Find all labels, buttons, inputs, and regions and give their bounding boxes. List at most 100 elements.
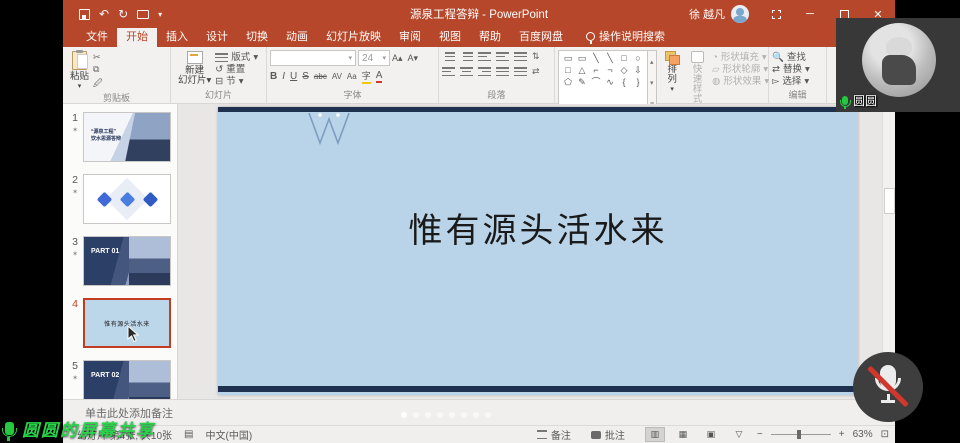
cut-icon[interactable]: ✂ [93,52,103,63]
tab-design[interactable]: 设计 [197,26,237,47]
slide-thumbnail-5[interactable]: PART 02 [83,360,171,399]
layout-button[interactable]: 版式▾ [215,52,258,63]
slide-thumbnail-1[interactable]: “源泉工程” 饮水思源答辩 [83,112,171,162]
slide-thumbnail-4-selected[interactable]: 惟有源头活水来 [83,298,171,348]
pagination-dot [485,412,491,418]
tab-home[interactable]: 开始 [117,26,157,47]
paste-button[interactable]: 粘贴▾ [66,50,93,93]
zoom-percentage[interactable]: 63% [853,429,873,440]
shrink-font-icon[interactable]: A▾ [408,53,419,64]
text-direction-icon[interactable]: ⇅ [532,51,540,62]
animation-indicator-icon: ✶ [67,373,83,385]
numbering-icon[interactable] [460,51,473,62]
fit-to-window-icon[interactable]: ⊡ [881,429,889,440]
underline-button[interactable]: U [290,71,297,82]
replace-button[interactable]: ⇄替换▾ [772,64,810,75]
normal-view-button[interactable]: ▥ [645,427,665,442]
section-button[interactable]: ⊟节▾ [215,76,258,87]
columns-icon[interactable] [514,66,527,77]
mic-on-icon [842,96,848,105]
new-slide-button[interactable]: 新建 幻灯片▾ [174,50,215,90]
italic-button[interactable]: I [282,71,285,82]
tell-me-search[interactable]: 操作说明搜索 [572,28,665,47]
qat-customize-icon[interactable]: ▾ [158,10,162,19]
reset-button[interactable]: ↺重置 [215,64,258,75]
tab-animations[interactable]: 动画 [277,26,317,47]
font-color-icon[interactable]: A [376,70,383,83]
shape-fill-button[interactable]: ◔形状填充▾ [712,52,769,63]
notes-pane[interactable]: 单击此处添加备注 [63,399,895,425]
highlight-color-icon[interactable]: 字 [362,69,371,84]
lightbulb-icon [586,32,595,41]
line-spacing-icon[interactable] [514,51,527,62]
grow-font-icon[interactable]: A▴ [392,53,403,64]
find-icon: 🔍 [772,52,784,63]
strikethrough-button[interactable]: S [302,71,309,82]
zoom-in-button[interactable]: + [839,429,845,440]
title-bar: ↶ ↻ ▾ 源泉工程答辩 - PowerPoint 徐 越凡 ─ ✕ [63,0,895,28]
tab-transitions[interactable]: 切换 [237,26,277,47]
tab-slideshow[interactable]: 幻灯片放映 [317,26,390,47]
bullets-icon[interactable] [442,51,455,62]
find-button[interactable]: 🔍查找 [772,52,810,63]
decrease-indent-icon[interactable] [478,51,491,62]
align-right-icon[interactable] [478,66,491,77]
ribbon: 粘贴▾ ✂ ⧉ 🖉 剪贴板 新建 幻灯片▾ 版式▾ ↺重置 [63,47,895,104]
tab-insert[interactable]: 插入 [157,26,197,47]
slide-thumbnail-2[interactable] [83,174,171,224]
new-slide-icon [187,51,203,64]
current-slide-canvas[interactable]: 惟有源头活水来 [218,107,858,395]
pagination-dot [473,412,479,418]
status-bar: 幻灯片 第4张, 共10张 ▤ 中文(中国) 备注 批注 ▥ ▦ ▣ ▽ − +… [63,425,895,443]
webcam-overlay[interactable]: 圆圆 [836,18,960,112]
comments-toggle-button[interactable]: 批注 [591,427,625,442]
reading-view-button[interactable]: ▣ [701,427,721,442]
slide-sorter-view-button[interactable]: ▦ [673,427,693,442]
shape-outline-button[interactable]: ▱形状轮廓▾ [712,64,769,75]
scrollbar-thumb[interactable] [884,188,895,214]
font-size-combo[interactable]: 24▾ [358,50,390,66]
character-spacing-icon[interactable]: AV [332,72,342,81]
clear-formatting-icon[interactable]: abc [314,72,327,81]
increase-indent-icon[interactable] [496,51,509,62]
change-case-icon[interactable]: Aa [347,72,357,81]
tab-view[interactable]: 视图 [430,26,470,47]
zoom-slider-knob[interactable] [797,430,801,439]
thumbnail-row-2: 2✶ [67,174,177,224]
slide-thumbnail-3[interactable]: PART 01 [83,236,171,286]
start-slideshow-icon[interactable] [137,10,149,19]
slide-title-text[interactable]: 惟有源头活水来 [218,203,858,252]
font-name-combo[interactable]: ▾ [270,50,356,66]
align-left-icon[interactable] [442,66,455,77]
w-logo [306,111,352,147]
redo-icon[interactable]: ↻ [118,7,128,21]
spellcheck-icon[interactable]: ▤ [184,429,193,440]
minimize-button[interactable]: ─ [793,0,827,28]
shape-effects-button[interactable]: ◍形状效果▾ [712,76,769,87]
copy-icon[interactable]: ⧉ [93,64,103,75]
account-button[interactable]: 徐 越凡 [679,5,759,23]
zoom-slider[interactable] [771,434,831,435]
tab-baidu-netdisk[interactable]: 百度网盘 [510,26,572,47]
tab-review[interactable]: 审阅 [390,26,430,47]
tab-help[interactable]: 帮助 [470,26,510,47]
bold-button[interactable]: B [270,71,277,82]
slide-number: 5 [72,360,78,372]
slide-thumbnail-panel[interactable]: 1✶ “源泉工程” 饮水思源答辩 2✶ 3✶ [63,104,178,399]
undo-icon[interactable]: ↶ [99,7,109,21]
slide-editing-area[interactable]: 惟有源头活水来 ▲▼ [178,104,895,399]
ribbon-display-options-button[interactable] [759,0,793,28]
tab-file[interactable]: 文件 [77,26,117,47]
align-center-icon[interactable] [460,66,473,77]
justify-icon[interactable] [496,66,509,77]
pagination-dots [401,412,491,418]
notes-toggle-button[interactable]: 备注 [537,427,571,442]
format-painter-icon[interactable]: 🖉 [93,76,103,92]
mute-microphone-button[interactable] [853,352,923,422]
slideshow-view-button[interactable]: ▽ [729,427,749,442]
select-button[interactable]: ▻选择▾ [772,76,810,87]
smartart-convert-icon[interactable]: ⇄ [532,66,540,77]
language-indicator[interactable]: 中文(中国) [205,427,252,442]
save-icon[interactable] [79,9,90,20]
zoom-out-button[interactable]: − [757,429,763,440]
